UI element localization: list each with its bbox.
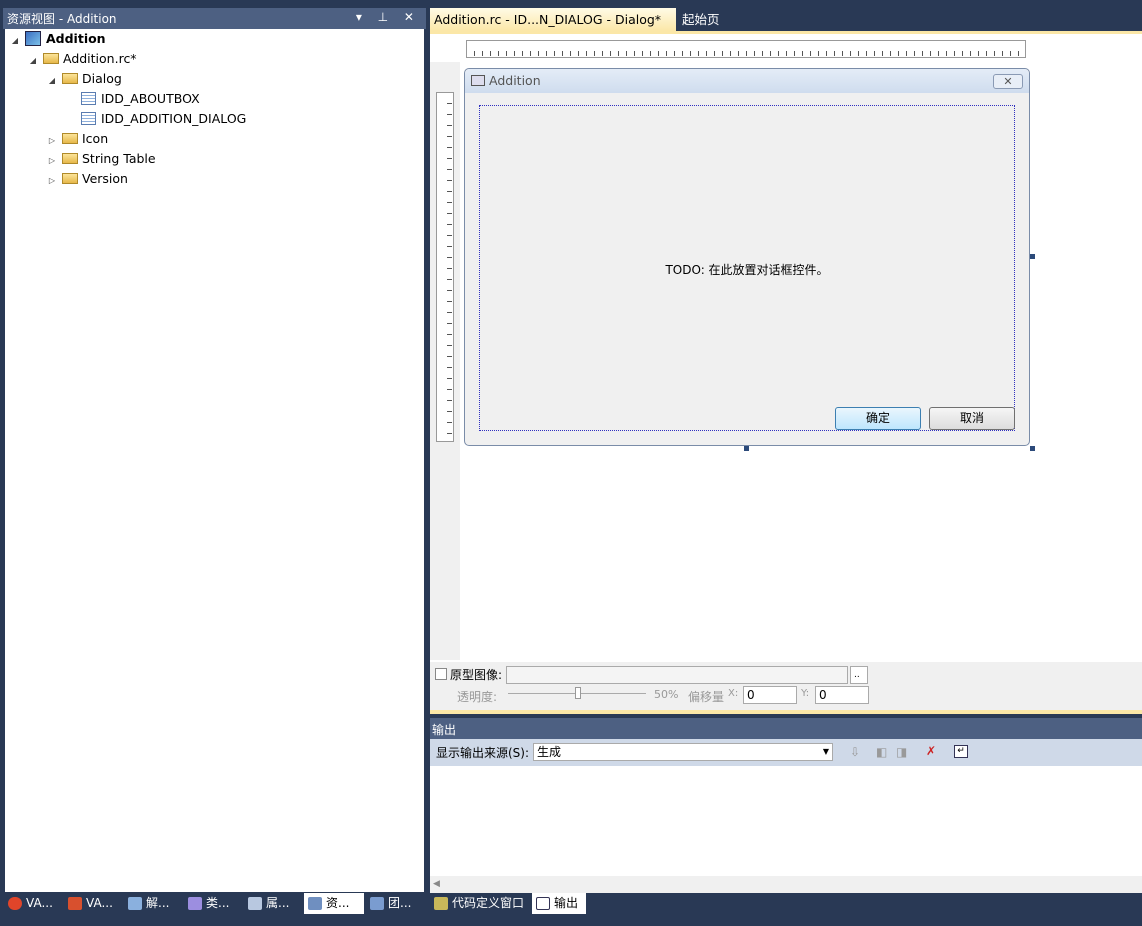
dialog-preview[interactable]: Addition ✕ TODO: 在此放置对话框控件。 确定 取消 (464, 68, 1030, 446)
tree-item-string-table[interactable]: ▷ String Table (46, 149, 156, 169)
overlay-properties: 原型图像: .. 透明度: 50% 偏移量 X: 0 Y: 0 (430, 662, 1142, 712)
panel-title: 资源视图 - Addition (7, 12, 117, 26)
bottom-tool-tabs: VA... VA... 解... 类... 属... 资... 团... 代码定… (0, 893, 1142, 915)
word-wrap-icon[interactable]: ↵ (954, 745, 968, 758)
tomato-icon (8, 897, 22, 910)
output-toolbar: 显示输出来源(S): 生成 ▼ ⇩ ◧ ◨ ✗ ↵ (430, 739, 1142, 766)
dialog-app-icon (471, 75, 485, 86)
tab-va-2[interactable]: VA... (64, 893, 113, 914)
tree-item-rc[interactable]: ◢ Addition.rc* (27, 49, 137, 69)
ok-button[interactable]: 确定 (835, 407, 921, 430)
resize-handle[interactable] (744, 446, 749, 451)
dialog-close-button[interactable]: ✕ (993, 74, 1023, 89)
y-label: Y: (801, 688, 810, 699)
dialog-client-area[interactable]: TODO: 在此放置对话框控件。 (479, 105, 1015, 431)
tab-properties[interactable]: 属... (244, 893, 289, 914)
opacity-value: 50% (654, 688, 679, 701)
folder-icon (61, 173, 78, 184)
output-header: 输出 (430, 718, 1142, 739)
browse-button[interactable]: .. (850, 666, 868, 684)
collapsed-arrow-icon[interactable]: ▷ (46, 151, 58, 171)
resource-view-icon (308, 897, 322, 910)
property-icon (248, 897, 262, 910)
collapsed-arrow-icon[interactable]: ▷ (46, 171, 58, 191)
horizontal-scrollbar[interactable]: ◀ (430, 876, 1142, 893)
resource-tree: ◢ Addition ◢ Addition.rc* ◢ Dialog IDD_A… (5, 29, 424, 892)
output-icon (536, 897, 550, 910)
todo-static-text[interactable]: TODO: 在此放置对话框控件。 (480, 261, 1014, 278)
expanded-arrow-icon[interactable]: ◢ (9, 31, 21, 51)
tree-item-aboutbox[interactable]: IDD_ABOUTBOX (81, 89, 200, 109)
project-icon (24, 31, 41, 46)
tab-output[interactable]: 输出 (532, 893, 586, 914)
cancel-button[interactable]: 取消 (929, 407, 1015, 430)
prev-message-icon[interactable]: ◧ (876, 745, 887, 759)
horizontal-ruler[interactable] (466, 40, 1026, 58)
opacity-label: 透明度: (457, 690, 498, 704)
code-definition-icon (434, 897, 448, 910)
output-title: 输出 (432, 723, 457, 737)
resize-handle[interactable] (1030, 446, 1035, 451)
solution-explorer-icon (128, 897, 142, 910)
folder-icon (42, 53, 59, 64)
prototype-label: 原型图像: (450, 668, 503, 682)
expanded-arrow-icon[interactable]: ◢ (46, 71, 58, 91)
dialog-resource-icon (81, 92, 96, 105)
tree-item-dialog[interactable]: ◢ Dialog (46, 69, 122, 89)
offset-label: 偏移量 (688, 690, 725, 704)
prototype-path-field[interactable] (506, 666, 848, 684)
tab-dialog-editor[interactable]: Addition.rc - ID...N_DIALOG - Dialog* ✕ (430, 8, 676, 50)
dialog-titlebar: Addition ✕ (465, 69, 1029, 93)
output-source-select[interactable]: 生成 ▼ (533, 743, 833, 761)
resize-handle[interactable] (1030, 254, 1035, 259)
tree-item-icon[interactable]: ▷ Icon (46, 129, 108, 149)
panel-splitter[interactable] (430, 710, 1142, 714)
collapsed-arrow-icon[interactable]: ▷ (46, 131, 58, 151)
next-message-icon[interactable]: ◨ (896, 745, 907, 759)
chevron-down-icon: ▼ (822, 747, 829, 756)
document-tabs: Addition.rc - ID...N_DIALOG - Dialog* ✕ … (430, 8, 1142, 50)
clear-all-icon[interactable]: ✗ (926, 744, 936, 758)
offset-y-input[interactable]: 0 (815, 686, 869, 704)
tomato-doc-icon (68, 897, 82, 910)
class-view-icon (188, 897, 202, 910)
vertical-ruler[interactable] (436, 92, 454, 442)
dialog-resource-icon (81, 112, 96, 125)
tab-solution-explorer[interactable]: 解... (124, 893, 169, 914)
folder-icon (61, 133, 78, 144)
panel-controls[interactable]: ▾ ⊥ ✕ (356, 10, 420, 24)
offset-x-input[interactable]: 0 (743, 686, 797, 704)
folder-icon (61, 73, 78, 84)
x-label: X: (728, 688, 739, 699)
tree-item-project[interactable]: ◢ Addition (9, 29, 106, 49)
source-value: 生成 (537, 745, 562, 759)
team-explorer-icon (370, 897, 384, 910)
folder-icon (61, 153, 78, 164)
output-text-area[interactable] (430, 766, 1142, 893)
prototype-checkbox[interactable] (435, 668, 447, 680)
tree-item-version[interactable]: ▷ Version (46, 169, 128, 189)
tab-class-view[interactable]: 类... (184, 893, 229, 914)
tab-va-1[interactable]: VA... (4, 893, 53, 914)
goto-icon[interactable]: ⇩ (850, 745, 860, 759)
tab-code-definition[interactable]: 代码定义窗口 (430, 893, 524, 914)
resource-view-header: 资源视图 - Addition ▾ ⊥ ✕ (3, 8, 426, 29)
source-label: 显示输出来源(S): (436, 746, 530, 760)
tab-team-explorer[interactable]: 团... (366, 893, 411, 914)
expanded-arrow-icon[interactable]: ◢ (27, 51, 39, 71)
tree-item-addition-dialog[interactable]: IDD_ADDITION_DIALOG (81, 109, 246, 129)
tab-start-page[interactable]: 起始页 (678, 8, 724, 31)
tab-resource-view[interactable]: 资... (304, 893, 364, 914)
opacity-slider-thumb[interactable] (575, 687, 581, 699)
